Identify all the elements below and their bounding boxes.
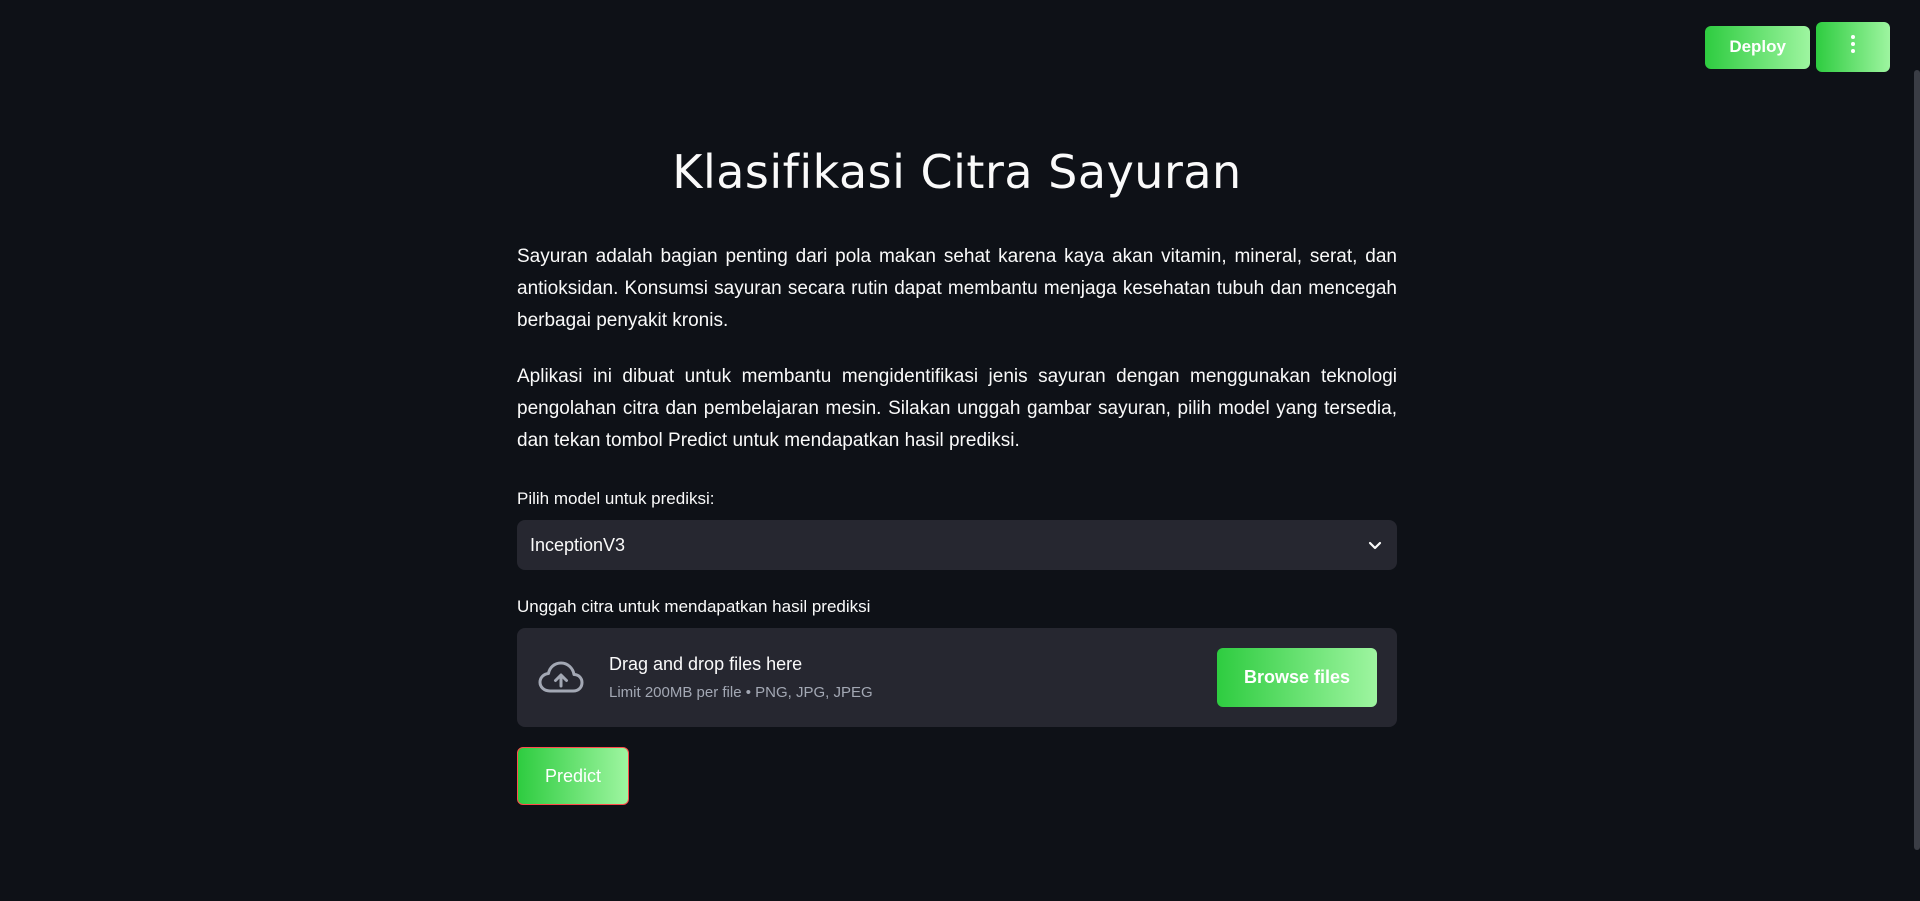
deploy-button[interactable]: Deploy: [1705, 25, 1810, 69]
dropzone-limit: Limit 200MB per file • PNG, JPG, JPEG: [609, 683, 873, 701]
browse-files-button[interactable]: Browse files: [1217, 648, 1377, 707]
more-vertical-icon: [1850, 34, 1856, 60]
uploader-label: Unggah citra untuk mendapatkan hasil pre…: [517, 597, 871, 616]
cloud-upload-icon: [537, 658, 585, 698]
model-select-label: Pilih model untuk prediksi:: [517, 489, 715, 508]
file-dropzone[interactable]: Drag and drop files here Limit 200MB per…: [517, 628, 1397, 727]
description-paragraph: Aplikasi ini dibuat untuk membantu mengi…: [517, 366, 1397, 451]
intro-paragraph: Sayuran adalah bagian penting dari pola …: [517, 246, 1397, 331]
header-toolbar: Deploy: [1705, 22, 1890, 72]
model-select-value: InceptionV3: [530, 534, 626, 555]
page-title: Klasifikasi Citra Sayuran: [672, 145, 1242, 199]
page-scrollbar[interactable]: [1914, 70, 1920, 850]
chevron-down-icon: [1367, 537, 1383, 553]
dropzone-title: Drag and drop files here: [609, 653, 803, 674]
dropzone-text: Drag and drop files here Limit 200MB per…: [609, 652, 1217, 704]
predict-button[interactable]: Predict: [517, 747, 629, 805]
main-content: Klasifikasi Citra Sayuran Sayuran adalah…: [517, 0, 1397, 805]
model-select[interactable]: InceptionV3: [517, 520, 1397, 570]
main-menu-button[interactable]: [1816, 22, 1890, 72]
